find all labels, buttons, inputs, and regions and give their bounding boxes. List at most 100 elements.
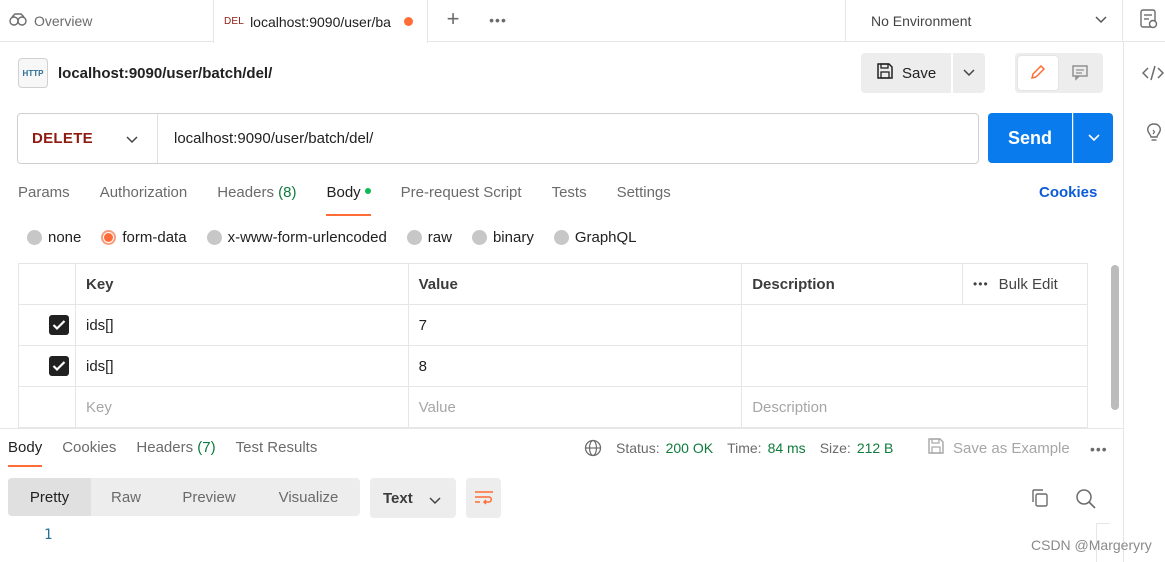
overview-icon bbox=[8, 12, 28, 31]
bulk-edit-button[interactable]: Bulk Edit bbox=[999, 276, 1058, 293]
lightbulb-icon[interactable] bbox=[1144, 122, 1164, 147]
body-type-raw[interactable]: raw bbox=[406, 229, 452, 246]
body-type-none[interactable]: none bbox=[27, 229, 81, 246]
table-row: ids[] 8 bbox=[18, 345, 1088, 387]
row-key[interactable]: ids[] bbox=[74, 304, 409, 346]
body-type-urlencoded[interactable]: x-www-form-urlencoded bbox=[206, 229, 387, 246]
send-dropdown-button[interactable] bbox=[1073, 113, 1113, 163]
code-snippet-icon[interactable] bbox=[1141, 64, 1165, 85]
save-as-example-label: Save as Example bbox=[953, 439, 1070, 457]
tab-body-label: Body bbox=[326, 184, 361, 201]
response-headers-count: (7) bbox=[197, 439, 216, 456]
right-sidebar bbox=[1123, 42, 1165, 562]
url-input[interactable]: localhost:9090/user/batch/del/ bbox=[158, 114, 978, 163]
tab-overview[interactable]: Overview bbox=[0, 0, 213, 42]
status-label: Status: bbox=[616, 440, 660, 456]
response-tab-body[interactable]: Body bbox=[8, 439, 43, 467]
tab-headers-label: Headers bbox=[217, 184, 274, 201]
save-as-example-button[interactable]: Save as Example bbox=[927, 437, 1070, 459]
tab-body[interactable]: Body bbox=[326, 184, 371, 216]
row-checkbox[interactable] bbox=[49, 356, 69, 376]
edit-comment-toggle bbox=[1015, 53, 1103, 93]
new-key-input[interactable]: Key bbox=[74, 386, 409, 428]
tab-params[interactable]: Params bbox=[18, 184, 70, 214]
response-tab-headers[interactable]: Headers (7) bbox=[136, 439, 215, 464]
response-divider[interactable] bbox=[0, 428, 1123, 429]
body-type-graphql[interactable]: GraphQL bbox=[553, 229, 637, 246]
table-more-button[interactable]: ••• bbox=[973, 277, 989, 291]
view-preview[interactable]: Preview bbox=[161, 478, 257, 516]
value-column-header: Value bbox=[407, 263, 743, 305]
view-visualize[interactable]: Visualize bbox=[257, 478, 360, 516]
key-column-header: Key bbox=[74, 263, 409, 305]
method-select[interactable]: DELETE bbox=[18, 114, 158, 163]
status-item[interactable]: Status: 200 OK bbox=[616, 440, 713, 456]
tab-request[interactable]: DEL localhost:9090/user/ba bbox=[213, 0, 428, 43]
edit-mode-button[interactable] bbox=[1018, 56, 1058, 90]
tab-more-button[interactable]: ••• bbox=[484, 10, 512, 30]
method-label: DELETE bbox=[32, 130, 93, 147]
body-type-urlencoded-label: x-www-form-urlencoded bbox=[227, 229, 387, 246]
tab-settings[interactable]: Settings bbox=[617, 184, 671, 214]
response-tab-test-results[interactable]: Test Results bbox=[236, 439, 318, 464]
chevron-down-icon bbox=[1087, 130, 1101, 147]
tab-authorization[interactable]: Authorization bbox=[100, 184, 188, 214]
tab-headers[interactable]: Headers (8) bbox=[217, 184, 296, 214]
unsaved-dot-icon bbox=[404, 17, 414, 26]
new-tab-button[interactable]: + bbox=[440, 6, 466, 32]
bulk-edit-cell: ••• Bulk Edit bbox=[962, 263, 1088, 305]
http-icon: HTTP bbox=[18, 58, 48, 88]
size-value: 212 B bbox=[856, 440, 894, 456]
response-more-button[interactable]: ••• bbox=[1090, 441, 1108, 457]
copy-icon[interactable] bbox=[1030, 488, 1050, 511]
size-label: Size: bbox=[819, 440, 851, 456]
row-checkbox[interactable] bbox=[49, 315, 69, 335]
chevron-down-icon bbox=[963, 65, 975, 81]
cookies-link[interactable]: Cookies bbox=[1039, 184, 1097, 201]
row-value[interactable]: 7 bbox=[407, 304, 743, 346]
save-label: Save bbox=[902, 64, 937, 82]
row-description[interactable] bbox=[741, 304, 1088, 346]
send-button[interactable]: Send bbox=[988, 113, 1072, 163]
row-value[interactable]: 8 bbox=[407, 345, 743, 387]
time-item[interactable]: Time: 84 ms bbox=[727, 440, 806, 456]
body-type-form-data[interactable]: form-data bbox=[101, 229, 187, 246]
new-value-input[interactable]: Value bbox=[407, 386, 743, 428]
row-key[interactable]: ids[] bbox=[74, 345, 409, 387]
environment-quick-look-icon[interactable] bbox=[1139, 8, 1159, 33]
body-type-selector: none form-data x-www-form-urlencoded raw… bbox=[27, 229, 657, 246]
save-dropdown-button[interactable] bbox=[952, 53, 985, 93]
row-checkbox-cell bbox=[18, 345, 76, 387]
comments-button[interactable] bbox=[1060, 56, 1100, 90]
row-checkbox-cell bbox=[18, 386, 76, 428]
tab-tests[interactable]: Tests bbox=[552, 184, 587, 214]
time-value: 84 ms bbox=[767, 440, 806, 456]
new-description-input[interactable]: Description bbox=[741, 386, 1088, 428]
response-format-select[interactable]: Text bbox=[370, 478, 456, 518]
line-number: 1 bbox=[44, 527, 53, 543]
pencil-icon bbox=[1029, 63, 1047, 84]
size-item[interactable]: Size: 212 B bbox=[820, 440, 894, 456]
view-raw[interactable]: Raw bbox=[91, 478, 161, 516]
chevron-down-icon bbox=[429, 493, 441, 510]
tab-overview-label: Overview bbox=[34, 13, 93, 29]
globe-icon[interactable] bbox=[584, 439, 602, 457]
response-tab-cookies[interactable]: Cookies bbox=[62, 439, 116, 464]
search-icon[interactable] bbox=[1075, 488, 1097, 513]
bulk-edit-group: ••• Bulk Edit bbox=[973, 276, 1087, 293]
status-value: 200 OK bbox=[665, 440, 714, 456]
view-pretty[interactable]: Pretty bbox=[8, 478, 91, 516]
table-row: ids[] 7 bbox=[18, 304, 1088, 346]
environment-selector[interactable]: No Environment bbox=[845, 0, 1123, 42]
tab-prerequest-script[interactable]: Pre-request Script bbox=[401, 184, 522, 214]
row-description[interactable] bbox=[741, 345, 1088, 387]
radio-icon bbox=[406, 230, 422, 245]
wrap-lines-button[interactable] bbox=[466, 478, 501, 518]
request-title[interactable]: localhost:9090/user/batch/del/ bbox=[58, 65, 272, 82]
scrollbar[interactable] bbox=[1111, 265, 1119, 410]
table-header-row: Key Value Description ••• Bulk Edit bbox=[18, 263, 1088, 305]
radio-icon bbox=[553, 230, 569, 245]
body-type-binary[interactable]: binary bbox=[471, 229, 534, 246]
save-button[interactable]: Save bbox=[861, 53, 951, 93]
body-type-graphql-label: GraphQL bbox=[574, 229, 637, 246]
